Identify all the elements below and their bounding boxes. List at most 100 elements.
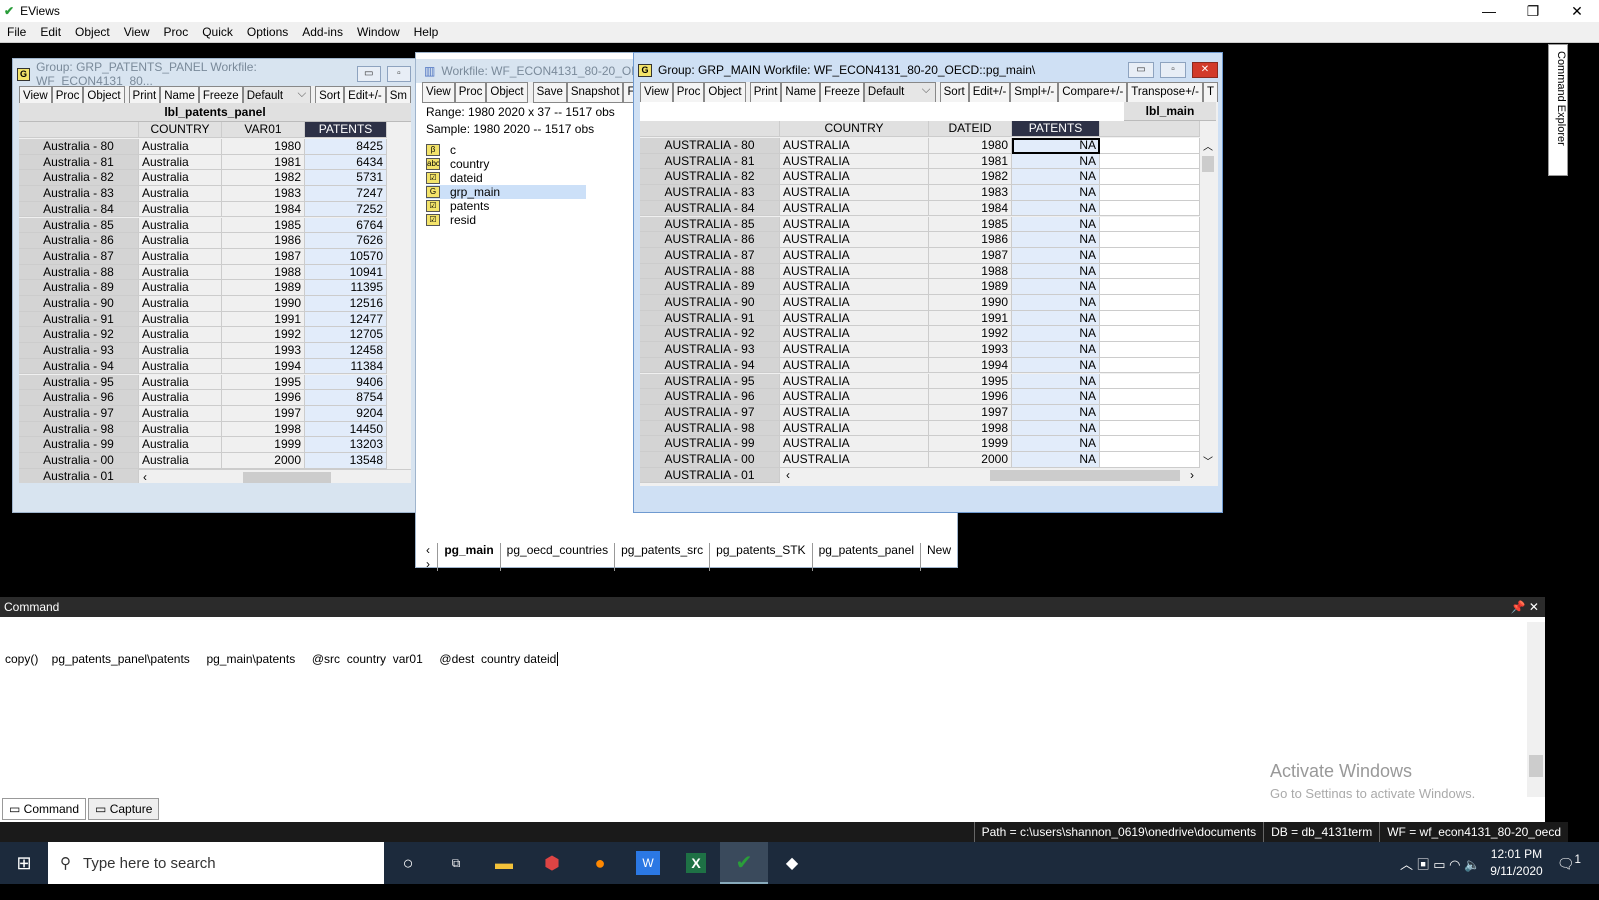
row-header[interactable]: Australia - 96 [19, 390, 139, 406]
cell[interactable]: 1996 [222, 390, 305, 406]
cell[interactable]: 1992 [929, 326, 1012, 343]
tab-new[interactable]: New [919, 543, 957, 571]
cell[interactable]: AUSTRALIA [780, 185, 929, 201]
column-header-blank[interactable] [1100, 121, 1200, 137]
tab-pg_main[interactable]: pg_main [437, 543, 499, 571]
cell[interactable]: 1988 [222, 264, 305, 281]
cell[interactable]: 13203 [305, 437, 387, 453]
row-header[interactable]: Australia - 95 [19, 374, 139, 391]
cell[interactable]: 7247 [305, 186, 387, 202]
cell[interactable]: 1999 [222, 437, 305, 453]
cell-empty[interactable] [1100, 169, 1200, 186]
row-header[interactable]: Australia - 98 [19, 421, 139, 438]
cell[interactable]: 1983 [222, 186, 305, 202]
maximize-button[interactable]: ▫ [386, 66, 411, 82]
clock-time[interactable]: 12:01 PM [1490, 846, 1543, 863]
row-header[interactable]: AUSTRALIA - 99 [640, 436, 780, 452]
cell[interactable]: NA [1012, 389, 1100, 405]
notifications-icon[interactable]: 🗨1 [1557, 853, 1581, 873]
cell[interactable]: 1988 [929, 263, 1012, 280]
column-header-dateid[interactable]: DATEID [929, 121, 1012, 137]
cell[interactable]: 10941 [305, 264, 387, 281]
cell[interactable]: 1981 [222, 154, 305, 171]
row-header[interactable]: Australia - 94 [19, 358, 139, 375]
horizontal-scrollbar[interactable]: ‹ [139, 468, 411, 483]
menu-help[interactable]: Help [407, 25, 446, 39]
toolbar-button-sort[interactable]: Sort [939, 82, 969, 103]
cell[interactable]: 1993 [222, 343, 305, 359]
cell[interactable]: AUSTRALIA [780, 232, 929, 248]
row-header[interactable]: AUSTRALIA - 86 [640, 232, 780, 248]
cell[interactable]: 1995 [929, 373, 1012, 390]
cell[interactable]: Australia [139, 311, 222, 328]
cell-empty[interactable] [1100, 200, 1200, 217]
cell[interactable]: 12705 [305, 327, 387, 344]
cell[interactable]: Australia [139, 453, 222, 469]
menu-window[interactable]: Window [350, 25, 407, 39]
task-view-icon[interactable]: ⧉ [432, 856, 480, 871]
cell[interactable]: 8425 [305, 139, 387, 155]
row-header[interactable]: AUSTRALIA - 80 [640, 138, 780, 154]
column-header-patents[interactable]: PATENTS [305, 122, 387, 138]
row-header[interactable]: AUSTRALIA - 96 [640, 389, 780, 405]
row-header[interactable]: AUSTRALIA - 95 [640, 373, 780, 390]
cell[interactable]: NA [1012, 420, 1100, 437]
row-header[interactable]: Australia - 82 [19, 170, 139, 187]
cell[interactable]: 6434 [305, 154, 387, 171]
cell[interactable]: AUSTRALIA [780, 452, 929, 468]
cell[interactable]: 1983 [929, 185, 1012, 201]
cell[interactable]: 1987 [222, 248, 305, 265]
row-header[interactable]: AUSTRALIA - 88 [640, 263, 780, 280]
column-header-country[interactable]: COUNTRY [780, 121, 929, 137]
app-icon[interactable]: ⬢ [528, 853, 576, 874]
row-header[interactable]: AUSTRALIA - 92 [640, 326, 780, 343]
column-header-patents[interactable]: PATENTS [1012, 121, 1100, 137]
cell[interactable]: AUSTRALIA [780, 138, 929, 154]
row-header[interactable]: AUSTRALIA - 94 [640, 357, 780, 374]
cell[interactable]: NA [1012, 310, 1100, 327]
cell[interactable]: NA [1012, 216, 1100, 233]
tab-pg_patents_stk[interactable]: pg_patents_STK [709, 543, 811, 571]
row-header[interactable]: Australia - 86 [19, 233, 139, 249]
cell[interactable]: NA [1012, 404, 1100, 421]
cell[interactable]: 1982 [222, 170, 305, 187]
cell[interactable]: 1986 [222, 233, 305, 249]
cell[interactable]: 1984 [929, 200, 1012, 217]
cell[interactable]: 1986 [929, 232, 1012, 248]
row-header[interactable]: Australia - 99 [19, 437, 139, 453]
row-header[interactable]: AUSTRALIA - 81 [640, 153, 780, 170]
file-explorer-icon[interactable]: ▬ [480, 853, 528, 874]
row-header[interactable]: Australia - 81 [19, 154, 139, 171]
cell[interactable]: 1981 [929, 153, 1012, 170]
toolbar-button-smpl[interactable]: Smpl+/- [1010, 82, 1059, 103]
row-header[interactable]: AUSTRALIA - 82 [640, 169, 780, 186]
cell-empty[interactable] [1100, 263, 1200, 280]
menu-add-ins[interactable]: Add-ins [295, 25, 350, 39]
row-header[interactable]: Australia - 92 [19, 327, 139, 344]
row-header[interactable]: Australia - 89 [19, 280, 139, 296]
eviews-taskbar-icon[interactable]: ✔ [720, 842, 768, 884]
system-tray-icons[interactable]: ︿ ▣ ▭ ◠ 🔈 [1400, 854, 1480, 873]
cell-empty[interactable] [1100, 232, 1200, 248]
cell-empty[interactable] [1100, 357, 1200, 374]
cell-empty[interactable] [1100, 452, 1200, 468]
vertical-scrollbar[interactable]: ︿ ﹀ [1200, 138, 1216, 468]
toolbar-button-view[interactable]: View [640, 82, 673, 103]
cell[interactable]: NA [1012, 326, 1100, 343]
toolbar-button-freeze[interactable]: Freeze [820, 82, 864, 103]
tab-scroll-arrows[interactable]: ‹ › [422, 543, 437, 571]
menu-proc[interactable]: Proc [157, 25, 196, 39]
toolbar-button-object[interactable]: Object [486, 82, 528, 103]
cell[interactable]: 1990 [222, 296, 305, 312]
cell[interactable]: Australia [139, 217, 222, 234]
cell[interactable]: 1990 [929, 295, 1012, 311]
menu-quick[interactable]: Quick [195, 25, 240, 39]
cell[interactable]: 1997 [222, 405, 305, 422]
row-header[interactable]: AUSTRALIA - 00 [640, 452, 780, 468]
row-header[interactable]: AUSTRALIA - 90 [640, 295, 780, 311]
cell[interactable]: 1998 [929, 420, 1012, 437]
menu-options[interactable]: Options [240, 25, 295, 39]
horizontal-scrollbar[interactable]: ‹ › [780, 467, 1200, 483]
cell[interactable]: NA [1012, 169, 1100, 186]
cell[interactable]: 1991 [929, 310, 1012, 327]
